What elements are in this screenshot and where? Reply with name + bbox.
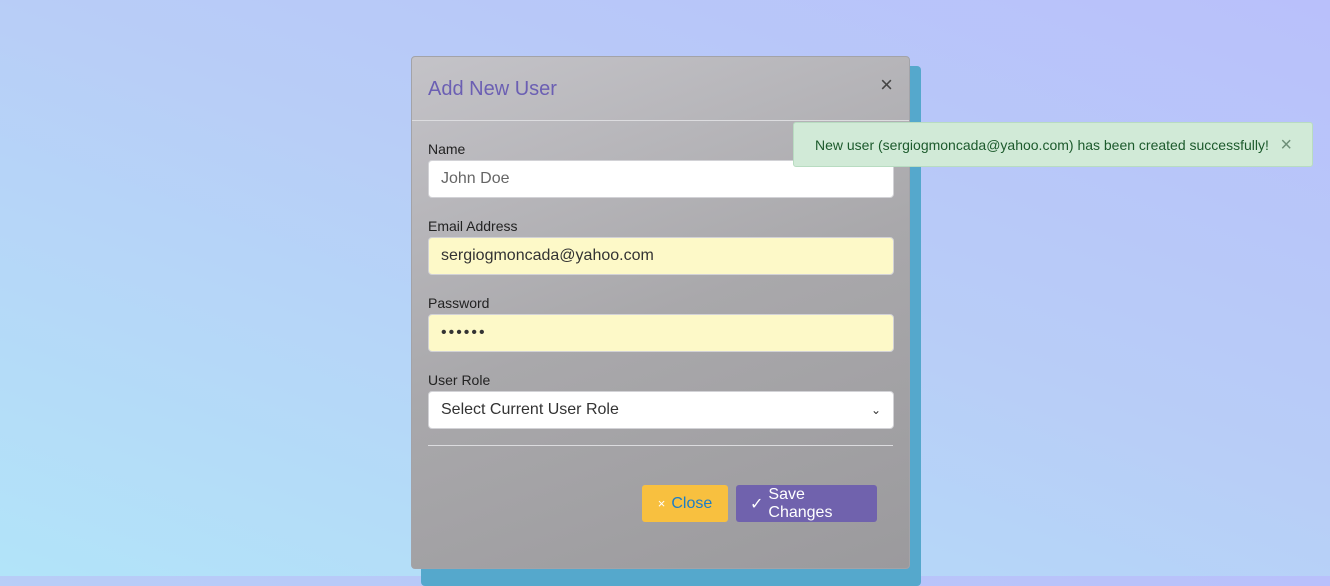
success-toast: New user (sergiogmoncada@yahoo.com) has … (793, 122, 1313, 167)
close-icon[interactable]: × (880, 74, 893, 96)
save-button-label: Save Changes (768, 485, 833, 521)
role-select[interactable]: Select Current User Role ⌄ (428, 391, 894, 429)
save-changes-button[interactable]: ✓ Save Changes (736, 485, 877, 522)
modal-footer: × Close ✓ Save Changes (642, 485, 877, 522)
password-input[interactable]: •••••• (428, 314, 894, 352)
modal-title: Add New User (428, 78, 557, 100)
role-label: User Role (428, 372, 491, 388)
close-button[interactable]: × Close (642, 485, 728, 522)
footer-divider (428, 445, 893, 446)
chevron-down-icon: ⌄ (870, 403, 881, 417)
close-button-label: Close (671, 494, 713, 512)
close-x-icon: × (657, 496, 666, 511)
check-icon: ✓ (750, 495, 764, 513)
role-select-value: Select Current User Role (441, 401, 619, 418)
modal-body: Name John Doe Email Address sergiogmonca… (412, 141, 909, 429)
email-label: Email Address (428, 218, 518, 234)
modal-header: Add New User × (412, 57, 909, 121)
toast-message: New user (sergiogmoncada@yahoo.com) has … (815, 136, 1269, 153)
toast-close-icon[interactable]: × (1280, 135, 1292, 155)
password-label: Password (428, 295, 490, 311)
email-input[interactable]: sergiogmoncada@yahoo.com (428, 237, 894, 275)
